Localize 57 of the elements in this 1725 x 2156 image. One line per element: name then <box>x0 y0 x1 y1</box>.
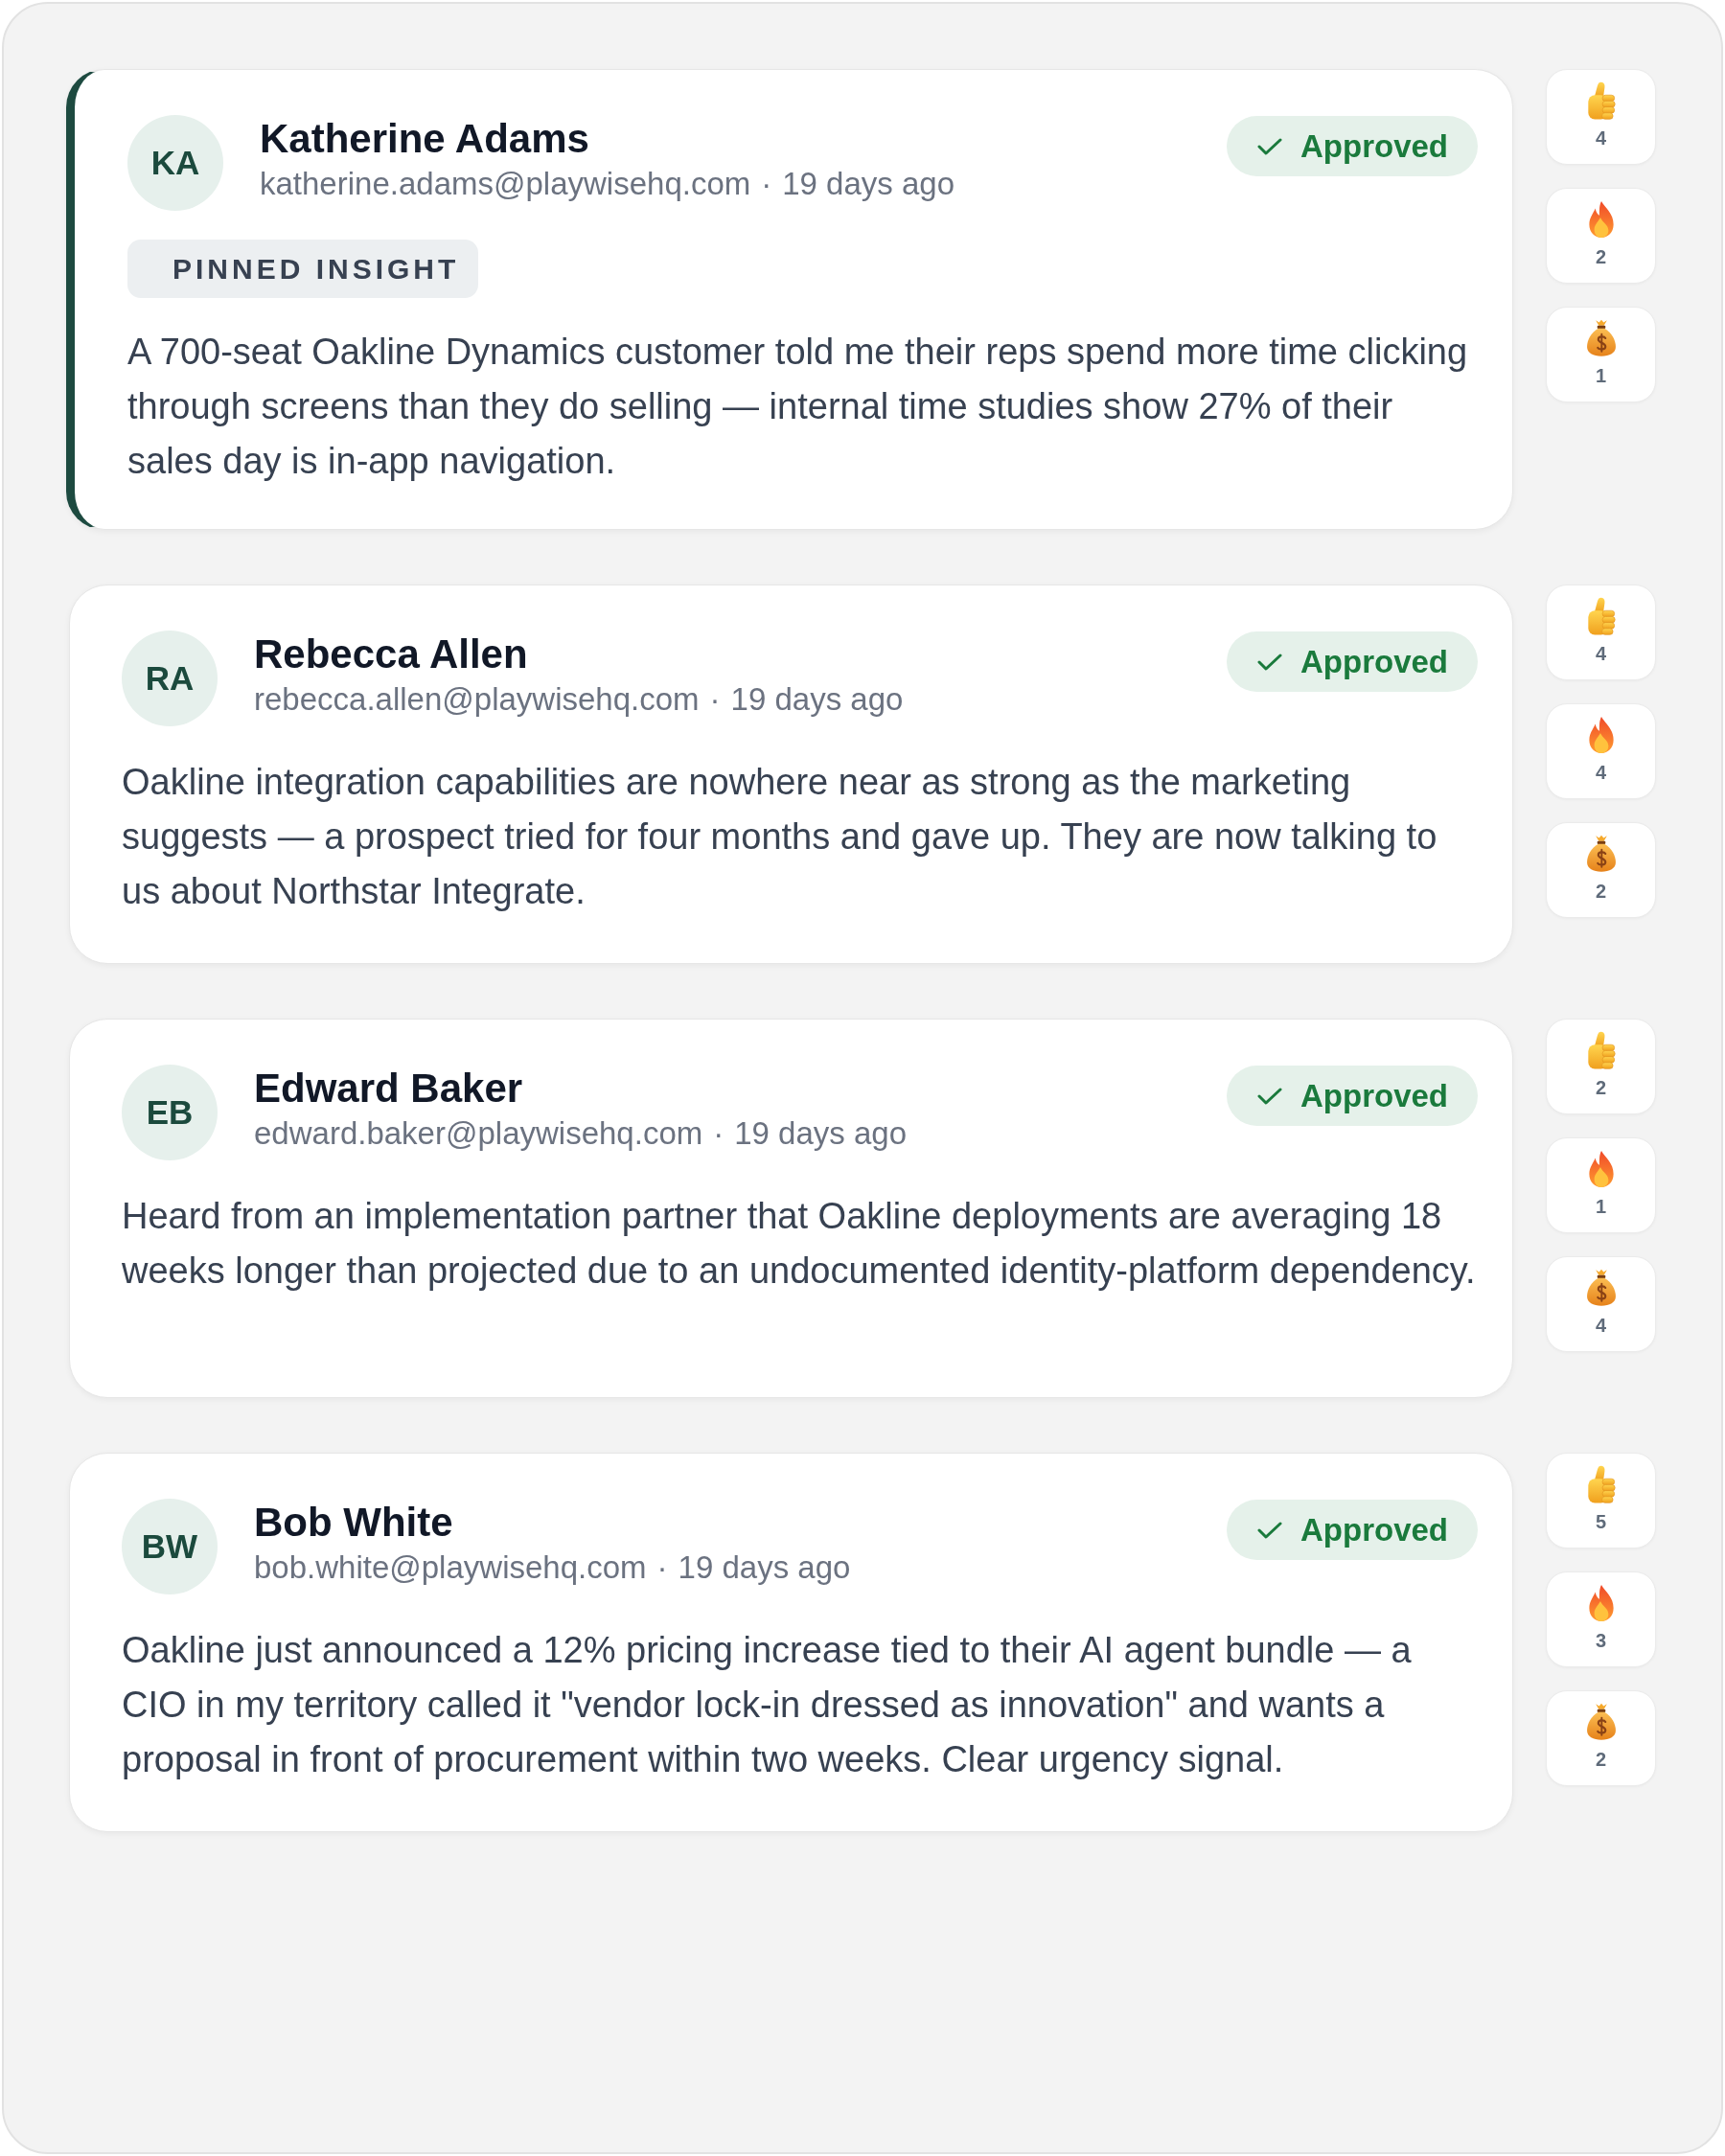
post-text: Oakline just announced a 12% pricing increase tied to their AI agent bundle — a CIO in my territory called it "vendor lock-in dressed as innovation" and wants a proposal in front of procurement within two weeks. Clear urgency signal. <box>122 1629 1413 1781</box>
author-email: rebecca.allen@playwisehq.com <box>254 681 700 717</box>
money-bag-icon <box>1585 1269 1617 1307</box>
flame-icon <box>1587 716 1615 754</box>
reaction-button[interactable]: 2 <box>1546 1019 1656 1114</box>
status-label: Approved <box>1300 1511 1448 1548</box>
author-email: edward.baker@playwisehq.com <box>254 1115 703 1151</box>
meta-separator: · <box>656 1549 668 1585</box>
check-icon <box>1257 1521 1282 1539</box>
author-name: Katherine Adams <box>260 115 590 163</box>
post-time: 19 days ago <box>678 1549 851 1585</box>
author-avatar: RA <box>122 631 218 726</box>
flame-icon <box>1587 1584 1615 1622</box>
author-avatar: KA <box>127 115 223 211</box>
check-icon <box>1257 1087 1282 1105</box>
thumbs-up-icon <box>1586 597 1616 635</box>
post-time: 19 days ago <box>782 166 955 201</box>
author-name: Edward Baker <box>254 1065 524 1112</box>
thumbs-up-icon <box>1586 1031 1616 1069</box>
check-icon <box>1257 137 1282 155</box>
thumbs-up-icon <box>1586 1465 1616 1503</box>
post-text: Heard from an implementation partner that Oakline deployments are averaging 18 weeks longer than projected due to an undocumented identity-platform dependency. <box>122 1195 1477 1293</box>
reaction-button[interactable]: 4 <box>1546 585 1656 680</box>
reaction-button[interactable]: 2 <box>1546 822 1656 918</box>
money-bag-icon <box>1585 835 1617 873</box>
author-name: Bob White <box>254 1499 454 1547</box>
meta-separator: · <box>713 1115 724 1151</box>
reaction-button[interactable]: 1 <box>1546 1137 1656 1233</box>
reaction-button[interactable]: 3 <box>1546 1571 1656 1667</box>
post-text: Oakline integration capabilities are nowhere near as strong as the marketing suggests — a prospect tried for four months and gave up. They are now talking to us about Northstar Integrate. <box>122 761 1438 913</box>
author-avatar: BW <box>122 1499 218 1594</box>
post-text: A 700-seat Oakline Dynamics customer told me their reps spend more time clicking through screens than they do selling — internal time studies show 27% of their sales day is in-app navigation. <box>127 331 1469 483</box>
author-avatar: EB <box>122 1065 218 1160</box>
status-label: Approved <box>1300 127 1448 165</box>
money-bag-icon <box>1585 319 1617 357</box>
meta-separator: · <box>709 681 721 717</box>
reaction-button[interactable]: 1 <box>1546 307 1656 402</box>
pinned-tag: PINNED INSIGHT <box>127 240 479 298</box>
post-time: 19 days ago <box>734 1115 908 1151</box>
author-email: katherine.adams@playwisehq.com <box>260 166 751 201</box>
flame-icon <box>1587 200 1615 239</box>
thumbs-up-icon <box>1586 81 1616 120</box>
reaction-button[interactable]: 5 <box>1546 1453 1656 1548</box>
money-bag-icon <box>1585 1703 1617 1741</box>
reaction-button[interactable]: 4 <box>1546 1256 1656 1352</box>
meta-separator: · <box>761 166 772 201</box>
reaction-button[interactable]: 4 <box>1546 703 1656 799</box>
check-icon <box>1257 653 1282 671</box>
flame-icon <box>1587 1150 1615 1188</box>
status-label: Approved <box>1300 1077 1448 1114</box>
reaction-button[interactable]: 2 <box>1546 188 1656 284</box>
author-email: bob.white@playwisehq.com <box>254 1549 647 1585</box>
reaction-button[interactable]: 4 <box>1546 69 1656 165</box>
post-time: 19 days ago <box>730 681 904 717</box>
status-label: Approved <box>1300 643 1448 680</box>
author-name: Rebecca Allen <box>254 631 529 678</box>
reaction-button[interactable]: 2 <box>1546 1690 1656 1786</box>
